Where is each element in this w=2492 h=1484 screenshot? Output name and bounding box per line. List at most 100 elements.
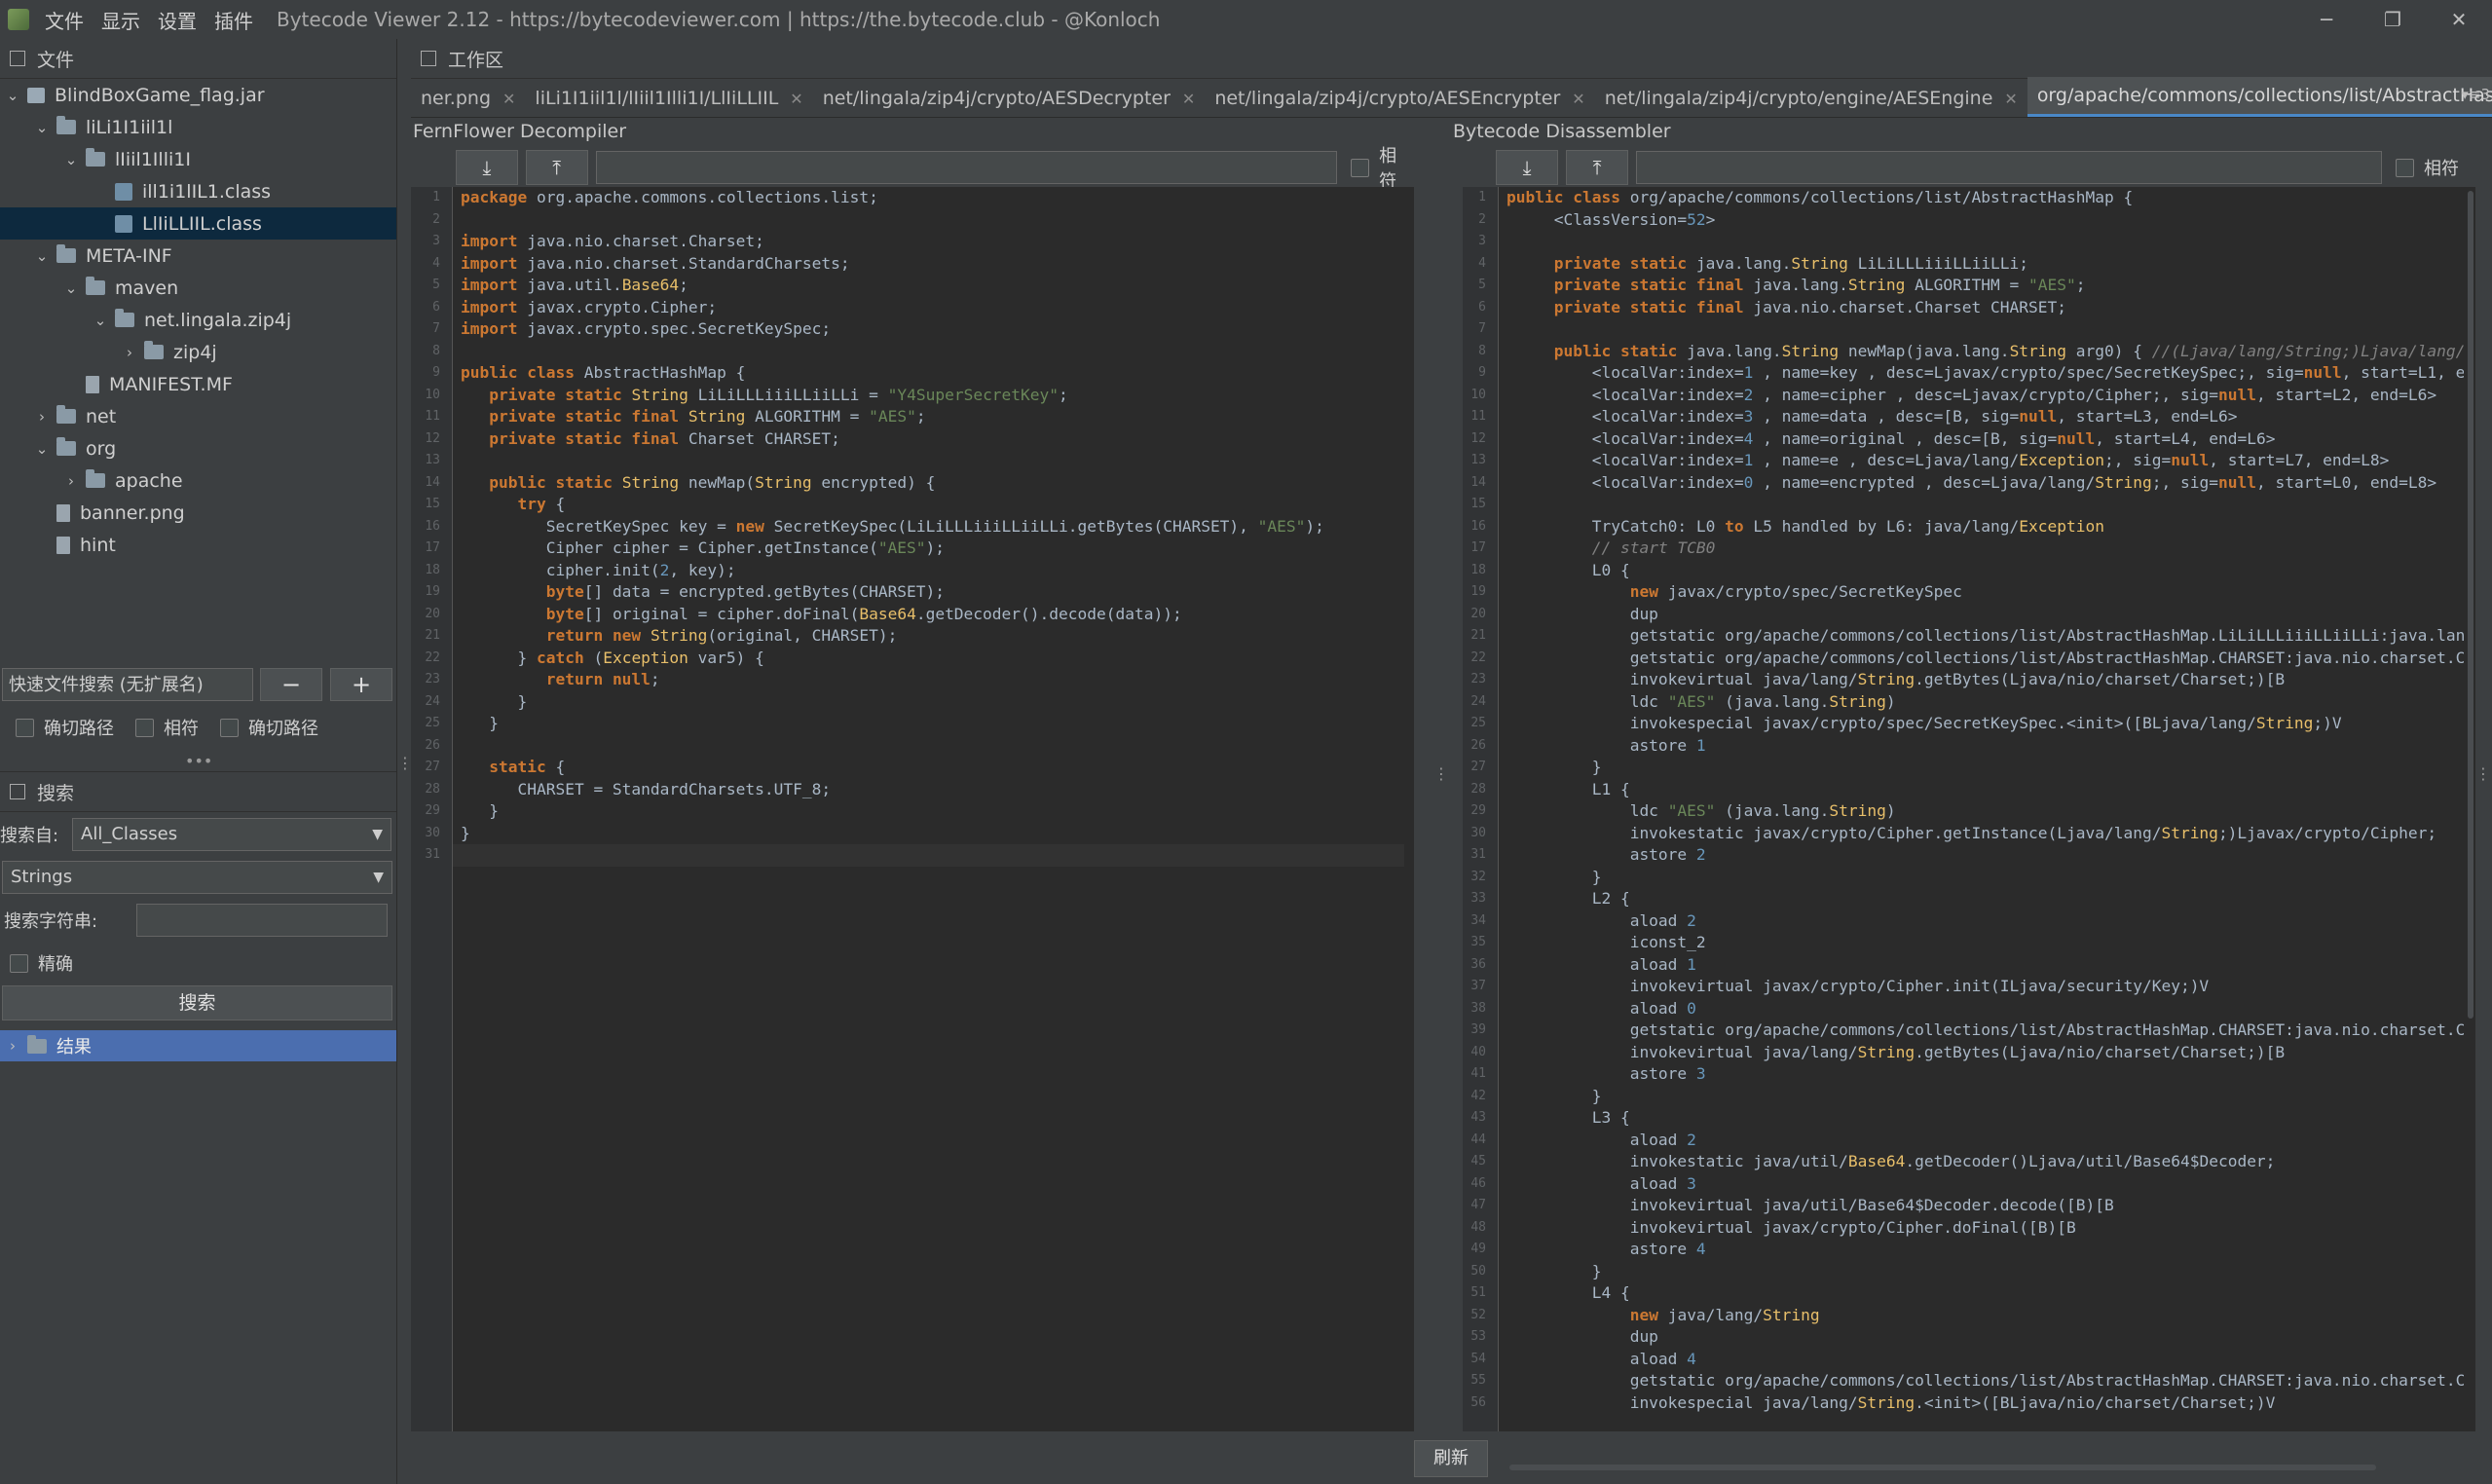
code-line[interactable]: } (453, 691, 1414, 714)
search-from-select[interactable]: All_Classes ▼ (72, 818, 391, 851)
code-line[interactable]: public static String newMap(String encry… (453, 472, 1414, 495)
editor-tab[interactable]: org/apache/commons/collections/list/Abst… (2027, 77, 2492, 117)
code-line[interactable]: } (1499, 757, 2464, 779)
vertical-scrollbar[interactable] (2466, 187, 2475, 1431)
code-line[interactable]: invokespecial java/lang/String.<init>([B… (1499, 1392, 2464, 1415)
close-tab-icon[interactable]: ✕ (790, 90, 802, 108)
code-line[interactable]: } (1499, 1261, 2464, 1283)
quick-search-input[interactable]: 快速文件搜索 (无扩展名) (2, 668, 253, 701)
code-line[interactable] (453, 209, 1414, 232)
code-line[interactable]: L4 { (1499, 1282, 2464, 1305)
code-line[interactable]: dup (1499, 1326, 2464, 1349)
search-type-select[interactable]: Strings ▼ (2, 861, 392, 894)
refresh-button[interactable]: 刷新 (1414, 1440, 1488, 1477)
code-line[interactable]: } (453, 713, 1414, 735)
code-line[interactable]: } catch (Exception var5) { (453, 648, 1414, 670)
code-line[interactable]: getstatic org/apache/commons/collections… (1499, 648, 2464, 670)
checkbox-box[interactable] (220, 718, 239, 737)
code-line[interactable]: cipher.init(2, key); (453, 560, 1414, 582)
code-line[interactable]: import javax.crypto.Cipher; (453, 297, 1414, 319)
code-line[interactable]: public class org/apache/commons/collecti… (1499, 187, 2464, 209)
code-area[interactable]: package org.apache.commons.collections.l… (453, 187, 1414, 1431)
code-line[interactable] (453, 341, 1414, 363)
chevron-down-icon[interactable]: ⌄ (4, 87, 21, 104)
chevron-right-icon[interactable]: › (121, 344, 138, 361)
tree-node[interactable]: ⌄ liLi1I1iil1l (0, 111, 396, 143)
tree-node[interactable]: ⌄ org (0, 432, 396, 464)
tree-node[interactable]: › zip4j (0, 336, 396, 368)
code-line[interactable]: aload 2 (1499, 1130, 2464, 1152)
code-line[interactable]: <localVar:index=1 , name=e , desc=Ljava/… (1499, 450, 2464, 472)
horizontal-scrollbar[interactable] (1509, 1465, 2376, 1470)
editor-tab[interactable]: net/lingala/zip4j/crypto/AESEncrypter ✕ (1205, 80, 1594, 117)
code-line[interactable]: return new String(original, CHARSET); (453, 625, 1414, 648)
code-line[interactable]: dup (1499, 604, 2464, 626)
code-line[interactable]: getstatic org/apache/commons/collections… (1499, 1020, 2464, 1042)
code-line[interactable]: try { (453, 494, 1414, 516)
code-line[interactable]: import java.nio.charset.Charset; (453, 231, 1414, 253)
chevron-down-icon[interactable]: ⌄ (92, 312, 109, 329)
upload-button[interactable]: ⤒ (525, 150, 588, 185)
exact-path-checkbox[interactable]: 确切路径 (16, 715, 114, 740)
search-button[interactable]: 搜索 (2, 985, 392, 1020)
code-line[interactable]: aload 0 (1499, 998, 2464, 1020)
code-line[interactable]: } (1499, 1086, 2464, 1108)
code-line[interactable] (453, 450, 1414, 472)
code-line[interactable]: getstatic org/apache/commons/collections… (1499, 625, 2464, 648)
code-line[interactable]: <localVar:index=4 , name=original , desc… (1499, 428, 2464, 451)
code-line[interactable]: invokestatic javax/crypto/Cipher.getInst… (1499, 823, 2464, 845)
code-line[interactable]: return null; (453, 669, 1414, 691)
code-line[interactable]: <localVar:index=3 , name=data , desc=[B,… (1499, 406, 2464, 428)
chevron-down-icon[interactable]: ⌄ (62, 151, 80, 168)
code-line[interactable]: new java/lang/String (1499, 1305, 2464, 1327)
code-line[interactable]: public static java.lang.String newMap(ja… (1499, 341, 2464, 363)
code-line[interactable] (453, 844, 1414, 867)
tree-node[interactable]: › apache (0, 464, 396, 497)
code-line[interactable]: getstatic org/apache/commons/collections… (1499, 1370, 2464, 1392)
code-line[interactable]: import java.nio.charset.StandardCharsets… (453, 253, 1414, 276)
code-line[interactable]: aload 1 (1499, 954, 2464, 977)
code-line[interactable]: // start TCB0 (1499, 538, 2464, 560)
close-tab-icon[interactable]: ✕ (1182, 90, 1195, 108)
close-icon[interactable]: ✕ (2426, 0, 2492, 39)
editor-tab[interactable]: net/lingala/zip4j/crypto/AESDecrypter ✕ (813, 80, 1206, 117)
disassembler-editor[interactable]: 1 2 3 4 5 6 7 8 9 10 11 12 13 14 15 16 17 18 19 20 21 22 23 24 2… (1463, 187, 2475, 1431)
menu-file[interactable]: 文件 (45, 6, 84, 34)
decompiler-editor[interactable]: 1 2 3 4 5 6 7 8 9 10 11 12 13 14 15 16 17 18 19 20 21 22 23 24 2… (411, 187, 1414, 1431)
tree-node[interactable]: ⌄ BlindBoxGame_flag.jar (0, 79, 396, 111)
minimize-icon[interactable]: ─ (2293, 0, 2360, 39)
code-line[interactable] (1499, 494, 2464, 516)
code-line[interactable]: private static final Charset CHARSET; (453, 428, 1414, 451)
code-line[interactable]: static { (453, 757, 1414, 779)
main-splitter-handle[interactable]: ⋮ (397, 754, 413, 772)
code-line[interactable]: iconst_2 (1499, 932, 2464, 954)
code-line[interactable]: private static final String ALGORITHM = … (453, 406, 1414, 428)
code-line[interactable]: private static final java.nio.charset.Ch… (1499, 297, 2464, 319)
menu-plugins[interactable]: 插件 (214, 6, 253, 34)
checkbox-box[interactable] (135, 718, 154, 737)
code-line[interactable] (1499, 231, 2464, 253)
code-line[interactable]: invokevirtual java/util/Base64$Decoder.d… (1499, 1195, 2464, 1217)
close-tab-icon[interactable]: ✕ (1572, 90, 1584, 108)
code-line[interactable]: invokespecial javax/crypto/spec/SecretKe… (1499, 713, 2464, 735)
scrollbar-thumb[interactable] (2468, 191, 2473, 1019)
menu-view[interactable]: 显示 (101, 6, 140, 34)
match-checkbox[interactable]: 相符 (135, 715, 199, 740)
code-line[interactable]: private static String LiLiLLLiiiLLiiLLi … (453, 385, 1414, 407)
code-line[interactable]: invokevirtual javax/crypto/Cipher.doFina… (1499, 1217, 2464, 1240)
checkbox-box[interactable] (2396, 158, 2414, 177)
code-line[interactable]: new javax/crypto/spec/SecretKeySpec (1499, 581, 2464, 604)
code-line[interactable]: aload 3 (1499, 1173, 2464, 1196)
code-line[interactable]: astore 3 (1499, 1063, 2464, 1086)
search-string-input[interactable] (136, 904, 388, 937)
code-line[interactable]: aload 4 (1499, 1349, 2464, 1371)
code-line[interactable]: astore 4 (1499, 1239, 2464, 1261)
menu-settings[interactable]: 设置 (158, 6, 197, 34)
exact-path-checkbox-2[interactable]: 确切路径 (220, 715, 318, 740)
code-line[interactable]: invokevirtual java/lang/String.getBytes(… (1499, 1042, 2464, 1064)
code-line[interactable]: private static final java.lang.String AL… (1499, 275, 2464, 297)
code-line[interactable]: L0 { (1499, 560, 2464, 582)
chevron-down-icon[interactable]: ⌄ (33, 247, 51, 265)
code-line[interactable]: } (1499, 867, 2464, 889)
editor-tab[interactable]: liLi1I1iil1l/lIiil1Illi1I/LlIiLLIIL ✕ (525, 80, 812, 117)
